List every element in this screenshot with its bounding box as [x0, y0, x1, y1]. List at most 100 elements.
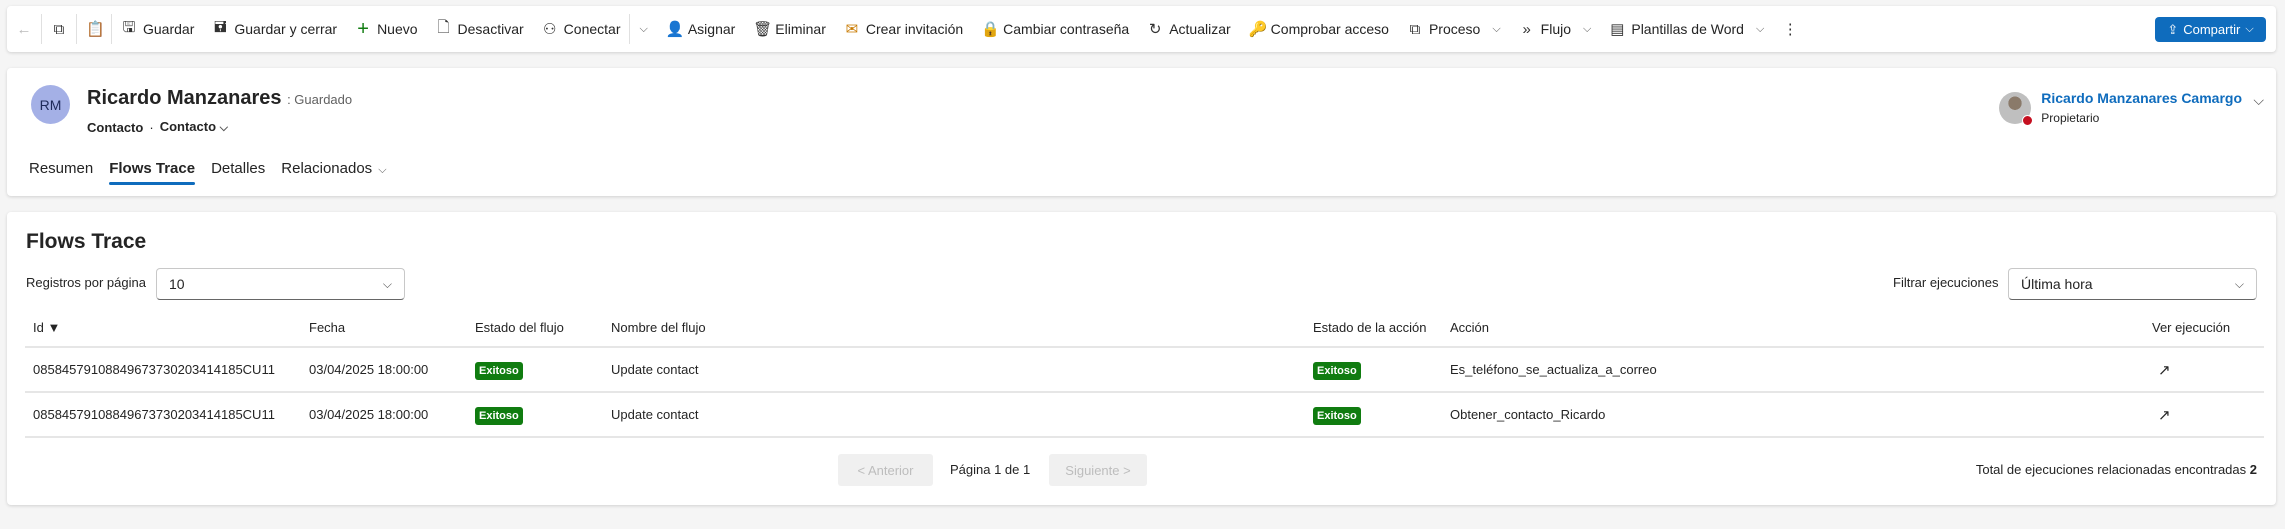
chevron-down-icon: ⌵ — [2234, 276, 2244, 291]
section-title: Flows Trace — [26, 230, 147, 253]
column-header-action: Acción — [1442, 320, 2144, 348]
actualizar-button[interactable]: ↻ Actualizar — [1138, 6, 1239, 52]
total-runs: Total de ejecuciones relacionadas encont… — [1975, 462, 2257, 477]
status-badge: Exitoso — [1313, 362, 1361, 380]
trash-icon: 🗑 — [753, 21, 773, 38]
back-arrow-icon: ← — [16, 20, 32, 38]
flows-trace-panel: Flows Trace Registros por página 10 ⌵ Fil… — [7, 212, 2276, 505]
asignar-button[interactable]: 👤 Asignar — [657, 6, 744, 52]
comprobar-acceso-button[interactable]: 🔑 Comprobar acceso — [1240, 6, 1398, 52]
column-header-flow-name: Nombre del flujo — [603, 320, 1305, 348]
dot-separator: · — [149, 119, 154, 135]
action-status-cell: Exitoso — [1305, 392, 1442, 438]
status-badge: Exitoso — [475, 407, 523, 425]
flow-status-cell: Exitoso — [467, 347, 603, 393]
button-label: Conectar — [563, 21, 621, 37]
button-label: Guardar y cerrar — [234, 21, 338, 37]
guardar-button[interactable]: 🖫 Guardar — [112, 6, 203, 52]
expand-header-chevron-icon[interactable]: ⌵ — [2253, 92, 2264, 109]
nuevo-button[interactable]: + Nuevo — [346, 6, 426, 52]
chevron-down-icon: ⌵ — [639, 22, 648, 35]
flow-name: Update contact — [603, 392, 1305, 438]
process-icon: ⧉ — [1409, 20, 1421, 38]
guardar-y-cerrar-button[interactable]: 🖬 Guardar y cerrar — [203, 6, 346, 52]
cambiar-contraseña-button[interactable]: 🔒 Cambiar contraseña — [972, 6, 1138, 52]
page-title: Ricardo Manzanares : Guardado — [87, 87, 353, 109]
share-button[interactable]: ⇪ Compartir ⌵ — [2155, 17, 2266, 42]
plantillas-de-word-button[interactable]: ▤ Plantillas de Word ⌵ — [1600, 6, 1773, 52]
filter-select[interactable]: Última hora ⌵ — [2008, 268, 2257, 300]
status-badge: Exitoso — [475, 362, 523, 380]
owner-card[interactable]: Ricardo Manzanares Camargo Propietario — [1999, 90, 2242, 126]
more-commands-button[interactable]: ⋮ — [1773, 6, 1807, 52]
flow-name: Update contact — [603, 347, 1305, 393]
flujo-button[interactable]: » Flujo ⌵ — [1510, 6, 1601, 52]
chevron-down-icon: ⌵ — [378, 164, 387, 176]
command-bar: ← ⧉ 📋 🖫 Guardar 🖬 Guardar y cerrar + Nuevo 🗋 De… — [7, 6, 2276, 52]
run-date: 03/04/2025 18:00:00 — [301, 347, 467, 393]
assign-icon: 👤 — [665, 21, 685, 38]
open-external-icon[interactable]: ↗ — [2158, 407, 2171, 424]
open-new-window-button[interactable]: ⧉ — [42, 6, 76, 52]
clipboard-edit-icon: 📋 — [86, 21, 105, 38]
button-label: Comprobar acceso — [1270, 21, 1389, 37]
tab-flows-trace[interactable]: Flows Trace — [101, 154, 203, 189]
button-label: Crear invitación — [865, 21, 964, 37]
action-name: Obtener_contacto_Ricardo — [1442, 392, 2144, 438]
button-label: Cambiar contraseña — [1003, 21, 1130, 37]
proceso-button[interactable]: ⧉ Proceso ⌵ — [1398, 6, 1510, 52]
button-label: Nuevo — [377, 21, 418, 37]
owner-name[interactable]: Ricardo Manzanares Camargo — [2041, 90, 2242, 106]
chevron-down-icon: ⌵ — [1583, 22, 1592, 35]
chevron-down-icon: ⌵ — [1492, 22, 1501, 35]
flow-icon: » — [1522, 20, 1531, 38]
refresh-icon: ↻ — [1148, 21, 1162, 38]
popout-icon: ⧉ — [53, 20, 65, 38]
button-label: Flujo — [1540, 21, 1572, 37]
plus-icon: + — [357, 17, 369, 40]
tab-relacionados[interactable]: Relacionados ⌵ — [273, 154, 394, 189]
per-page-label: Registros por página — [26, 275, 146, 290]
avatar: RM — [31, 85, 70, 124]
deactivate-icon: 🗋 — [437, 18, 450, 36]
column-header-flow-status: Estado del flujo — [467, 320, 603, 348]
lock-icon: 🔒 — [981, 21, 1000, 38]
status-badge: Exitoso — [1313, 407, 1361, 425]
eliminar-button[interactable]: 🗑 Eliminar — [744, 6, 835, 52]
previous-page-button[interactable]: < Anterior — [838, 454, 933, 486]
conectar-button[interactable]: ⚇ Conectar — [533, 6, 630, 52]
connect-icon: ⚇ — [542, 21, 557, 38]
column-header-view-run: Ver ejecución — [2144, 320, 2264, 348]
button-label: Desactivar — [457, 21, 524, 37]
table-row: 08584579108849673730203414185CU11 03/04/… — [25, 392, 2264, 438]
more-connect-options-button[interactable]: ⌵ — [630, 6, 656, 52]
tab-resumen[interactable]: Resumen — [21, 154, 101, 189]
button-label: Guardar — [143, 21, 195, 37]
save-status: : Guardado — [287, 92, 353, 107]
per-page-select[interactable]: 10 ⌵ — [156, 268, 405, 300]
entity-name: Contacto — [87, 119, 144, 135]
view-run-cell: ↗ — [2144, 392, 2264, 438]
back-button[interactable]: ← — [7, 6, 41, 52]
record-header: RM Ricardo Manzanares : Guardado Contact… — [7, 68, 2276, 196]
next-page-button[interactable]: Siguiente > — [1049, 454, 1147, 486]
view-run-cell: ↗ — [2144, 347, 2264, 393]
more-vertical-icon: ⋮ — [1782, 21, 1798, 38]
chevron-down-icon: ⌵ — [219, 122, 228, 134]
form-selector[interactable]: Contacto ⌵ — [160, 119, 228, 135]
column-header-id[interactable]: Id ▼ — [25, 320, 301, 348]
chevron-down-icon: ⌵ — [1755, 22, 1765, 35]
form-editor-button[interactable]: 📋 — [77, 6, 111, 52]
button-label: Asignar — [687, 21, 736, 37]
button-label: Plantillas de Word — [1631, 21, 1744, 37]
word-icon: ▤ — [1610, 21, 1625, 38]
desactivar-button[interactable]: 🗋 Desactivar — [427, 6, 533, 52]
crear-invitación-button[interactable]: ✉ Crear invitación — [835, 6, 972, 52]
owner-role: Propietario — [2041, 111, 2100, 125]
chevron-down-icon: ⌵ — [382, 276, 392, 291]
open-external-icon[interactable]: ↗ — [2158, 362, 2171, 379]
run-id: 08584579108849673730203414185CU11 — [25, 392, 301, 438]
tab-detalles[interactable]: Detalles — [203, 154, 273, 189]
action-name: Es_teléfono_se_actualiza_a_correo — [1442, 347, 2144, 393]
owner-avatar — [1999, 92, 2034, 126]
